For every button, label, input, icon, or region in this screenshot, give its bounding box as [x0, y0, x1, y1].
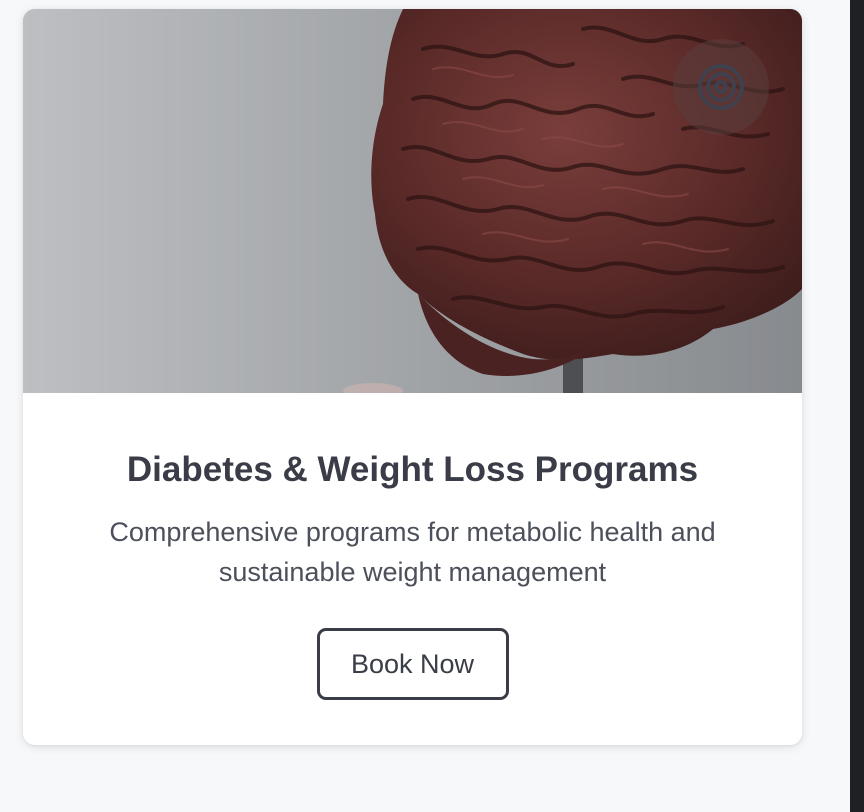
card-title: Diabetes & Weight Loss Programs	[126, 450, 699, 489]
card-body: Diabetes & Weight Loss Programs Comprehe…	[23, 393, 802, 700]
card-image	[23, 9, 802, 393]
target-icon-badge	[673, 39, 769, 135]
card-description: Comprehensive programs for metabolic hea…	[109, 517, 716, 587]
target-icon	[698, 64, 744, 110]
window-edge	[850, 0, 864, 812]
book-now-button[interactable]: Book Now	[316, 628, 509, 700]
service-card: Diabetes & Weight Loss Programs Comprehe…	[23, 9, 802, 745]
